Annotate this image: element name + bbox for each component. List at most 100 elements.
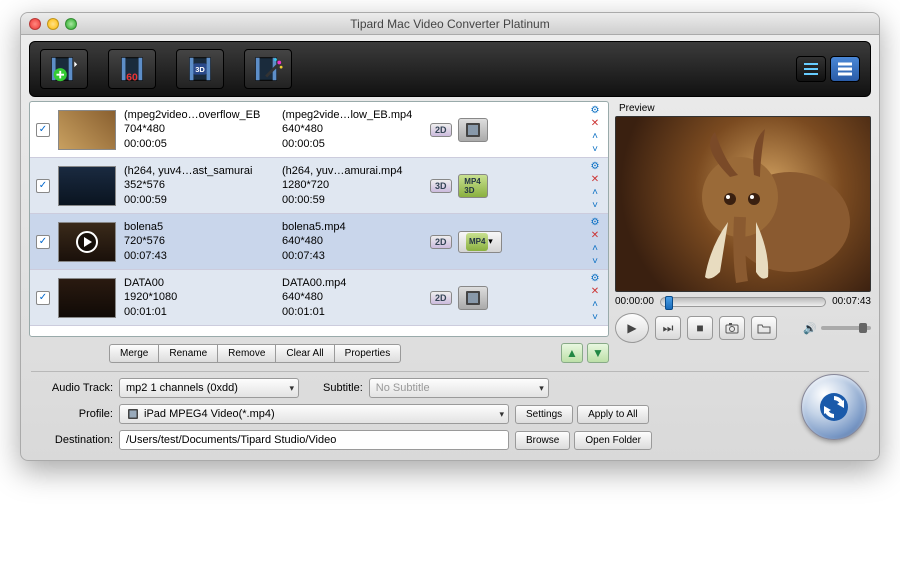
output-resolution: 640*480 <box>282 234 422 248</box>
seek-slider[interactable] <box>660 297 826 307</box>
move-down-button[interactable]: ▼ <box>587 343 609 363</box>
source-filename: (mpeg2video…overflow_EB <box>124 108 274 122</box>
merge-button[interactable]: Merge <box>109 344 158 363</box>
add-file-button[interactable] <box>40 49 88 89</box>
volume-icon[interactable]: 🔊 <box>803 322 817 335</box>
video-thumbnail[interactable] <box>58 222 116 262</box>
properties-button[interactable]: Properties <box>334 344 402 363</box>
row-checkbox[interactable]: ✓ <box>36 123 50 137</box>
row-checkbox[interactable]: ✓ <box>36 291 50 305</box>
effect-button[interactable] <box>244 49 292 89</box>
table-row[interactable]: ✓ (mpeg2video…overflow_EB 704*480 00:00:… <box>30 102 608 158</box>
next-frame-button[interactable]: ⏭ <box>655 316 681 340</box>
play-overlay-icon <box>76 231 98 253</box>
device-icon-ipad[interactable] <box>458 118 488 142</box>
2d-badge[interactable]: 2D <box>430 235 452 249</box>
profile-dropdown[interactable]: MP4▾ <box>458 231 502 253</box>
3d-button[interactable]: 3D <box>176 49 224 89</box>
gear-icon[interactable]: ⚙ <box>588 160 602 172</box>
rename-button[interactable]: Rename <box>158 344 217 363</box>
output-duration: 00:00:59 <box>282 193 422 207</box>
row-checkbox[interactable]: ✓ <box>36 179 50 193</box>
delete-icon[interactable]: ✕ <box>588 285 602 297</box>
table-row[interactable]: ✓ bolena5 720*576 00:07:43 bolena5.mp4 6… <box>30 214 608 270</box>
svg-text:3D: 3D <box>195 65 205 74</box>
source-resolution: 720*576 <box>124 234 274 248</box>
3d-badge[interactable]: 3D <box>430 179 452 193</box>
output-filename: bolena5.mp4 <box>282 220 422 234</box>
clear-all-button[interactable]: Clear All <box>275 344 333 363</box>
profile-select[interactable]: iPad MPEG4 Video(*.mp4) <box>119 404 509 424</box>
down-arrow-icon[interactable]: ˅ <box>588 255 602 267</box>
source-resolution: 352*576 <box>124 178 274 192</box>
source-duration: 00:01:01 <box>124 305 274 319</box>
output-filename: (mpeg2vide…low_EB.mp4 <box>282 108 422 122</box>
titlebar: Tipard Mac Video Converter Platinum <box>21 13 879 35</box>
preview-panel[interactable] <box>615 116 871 292</box>
source-duration: 00:00:05 <box>124 137 274 151</box>
volume-slider[interactable] <box>821 326 871 330</box>
output-resolution: 640*480 <box>282 290 422 304</box>
browse-button[interactable]: Browse <box>515 431 570 450</box>
current-time: 00:00:00 <box>615 296 654 307</box>
table-row[interactable]: ✓ (h264, yuv4…ast_samurai 352*576 00:00:… <box>30 158 608 214</box>
up-arrow-icon[interactable]: ˄ <box>588 130 602 142</box>
convert-button[interactable] <box>801 374 867 440</box>
apply-to-all-button[interactable]: Apply to All <box>577 405 648 424</box>
list-view-button[interactable] <box>796 56 826 82</box>
up-arrow-icon[interactable]: ˄ <box>588 242 602 254</box>
2d-badge[interactable]: 2D <box>430 123 452 137</box>
destination-input[interactable]: /Users/test/Documents/Tipard Studio/Vide… <box>119 430 509 450</box>
main-toolbar: 60 3D <box>29 41 871 97</box>
down-arrow-icon[interactable]: ˅ <box>588 143 602 155</box>
trim-button[interactable]: 60 <box>108 49 156 89</box>
remove-button[interactable]: Remove <box>217 344 275 363</box>
destination-label: Destination: <box>33 434 113 446</box>
gear-icon[interactable]: ⚙ <box>588 104 602 116</box>
play-button[interactable]: ▶ <box>615 313 649 343</box>
preview-label: Preview <box>615 101 871 116</box>
device-icon-mp4-3d[interactable]: MP43D <box>458 174 488 198</box>
snapshot-folder-button[interactable] <box>751 316 777 340</box>
up-arrow-icon[interactable]: ˄ <box>588 298 602 310</box>
preview-timeline: 00:00:00 00:07:43 <box>615 296 871 307</box>
subtitle-select[interactable]: No Subtitle <box>369 378 549 398</box>
settings-button[interactable]: Settings <box>515 405 573 424</box>
output-resolution: 1280*720 <box>282 178 422 192</box>
snapshot-button[interactable] <box>719 316 745 340</box>
move-up-button[interactable]: ▲ <box>561 343 583 363</box>
source-duration: 00:07:43 <box>124 249 274 263</box>
player-controls: ▶ ⏭ ■ 🔊 <box>615 313 871 343</box>
video-thumbnail[interactable] <box>58 278 116 318</box>
up-arrow-icon[interactable]: ˄ <box>588 186 602 198</box>
window-title: Tipard Mac Video Converter Platinum <box>21 17 879 31</box>
source-resolution: 704*480 <box>124 122 274 136</box>
table-row[interactable]: ✓ DATA00 1920*1080 00:01:01 DATA00.mp4 6… <box>30 270 608 326</box>
video-thumbnail[interactable] <box>58 110 116 150</box>
gear-icon[interactable]: ⚙ <box>588 272 602 284</box>
svg-text:60: 60 <box>126 72 138 83</box>
device-icon-ipad[interactable] <box>458 286 488 310</box>
source-filename: (h264, yuv4…ast_samurai <box>124 164 274 178</box>
total-time: 00:07:43 <box>832 296 871 307</box>
delete-icon[interactable]: ✕ <box>588 117 602 129</box>
output-resolution: 640*480 <box>282 122 422 136</box>
file-list: ✓ (mpeg2video…overflow_EB 704*480 00:00:… <box>29 101 609 337</box>
output-filename: (h264, yuv…amurai.mp4 <box>282 164 422 178</box>
down-arrow-icon[interactable]: ˅ <box>588 199 602 211</box>
audio-track-label: Audio Track: <box>33 382 113 394</box>
delete-icon[interactable]: ✕ <box>588 173 602 185</box>
gear-icon[interactable]: ⚙ <box>588 216 602 228</box>
view-mode-toggle <box>796 56 860 82</box>
output-duration: 00:00:05 <box>282 137 422 151</box>
delete-icon[interactable]: ✕ <box>588 229 602 241</box>
detail-view-button[interactable] <box>830 56 860 82</box>
video-thumbnail[interactable] <box>58 166 116 206</box>
stop-button[interactable]: ■ <box>687 316 713 340</box>
audio-track-select[interactable]: mp2 1 channels (0xdd) <box>119 378 299 398</box>
2d-badge[interactable]: 2D <box>430 291 452 305</box>
row-checkbox[interactable]: ✓ <box>36 235 50 249</box>
down-arrow-icon[interactable]: ˅ <box>588 311 602 323</box>
source-filename: bolena5 <box>124 220 274 234</box>
open-folder-button[interactable]: Open Folder <box>574 431 652 450</box>
